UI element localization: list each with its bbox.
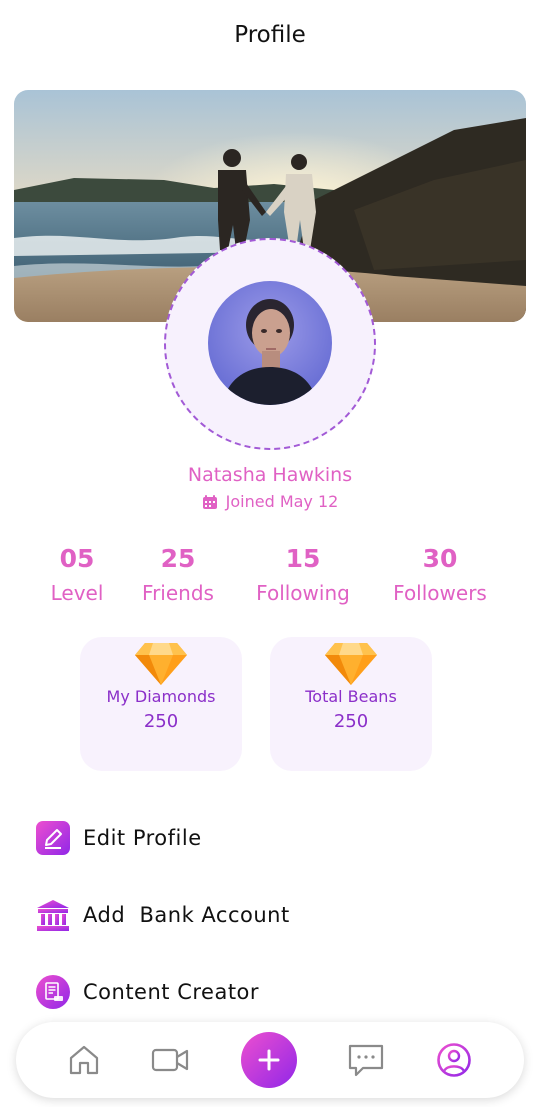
add-icon	[258, 1049, 280, 1071]
menu-item-label: Add Bank Account	[83, 903, 290, 927]
bank-icon	[36, 898, 70, 932]
stat-following[interactable]: 15 Following	[256, 542, 350, 608]
my-diamonds-card[interactable]: My Diamonds 250	[80, 637, 242, 771]
add-button[interactable]	[241, 1032, 297, 1088]
content-creator-icon	[36, 975, 70, 1009]
card-value: 250	[333, 711, 369, 732]
stat-label: Followers	[393, 581, 487, 605]
stat-friends[interactable]: 25 Friends	[142, 542, 214, 608]
stat-label: Friends	[142, 581, 214, 605]
avatar-image	[208, 281, 332, 405]
edit-icon	[36, 821, 70, 855]
stat-value: 15	[285, 544, 321, 573]
menu-item-label: Edit Profile	[83, 826, 202, 850]
stat-level[interactable]: 05 Level	[51, 542, 104, 608]
profile-screen: Profile Natasha Hawkins Joined May 12 05…	[0, 0, 540, 1107]
calendar-icon	[202, 494, 217, 509]
avatar[interactable]	[208, 281, 332, 405]
bottom-navbar	[16, 1022, 524, 1098]
menu-item-label: Content Creator	[83, 980, 260, 1004]
menu-item-content-creator[interactable]: Content Creator	[36, 972, 259, 1012]
stat-value: 05	[59, 544, 95, 573]
total-beans-card[interactable]: Total Beans 250	[270, 637, 432, 771]
menu-item-edit-profile[interactable]: Edit Profile	[36, 818, 202, 858]
home-icon[interactable]	[65, 1041, 103, 1079]
diamond-icon	[135, 643, 187, 685]
card-label: Total Beans	[305, 687, 397, 706]
page-title: Profile	[234, 22, 306, 48]
stats-row: 05 Level 25 Friends 15 Following 30 Foll…	[0, 542, 540, 622]
stat-label: Level	[50, 581, 104, 605]
stat-value: 25	[160, 544, 196, 573]
card-label: My Diamonds	[106, 687, 216, 706]
card-value: 250	[143, 711, 179, 732]
video-camera-icon[interactable]	[151, 1041, 189, 1079]
joined-label: Joined May 12	[225, 492, 339, 511]
diamond-icon	[325, 643, 377, 685]
stat-followers[interactable]: 30 Followers	[393, 542, 487, 608]
profile-icon[interactable]	[435, 1041, 473, 1079]
stat-label: Following	[256, 581, 350, 605]
profile-name: Natasha Hawkins	[187, 464, 353, 486]
chat-icon[interactable]	[347, 1041, 385, 1079]
joined-date: Joined May 12	[0, 492, 540, 511]
stat-value: 30	[422, 544, 458, 573]
menu-item-add-bank-account[interactable]: Add Bank Account	[36, 895, 290, 935]
